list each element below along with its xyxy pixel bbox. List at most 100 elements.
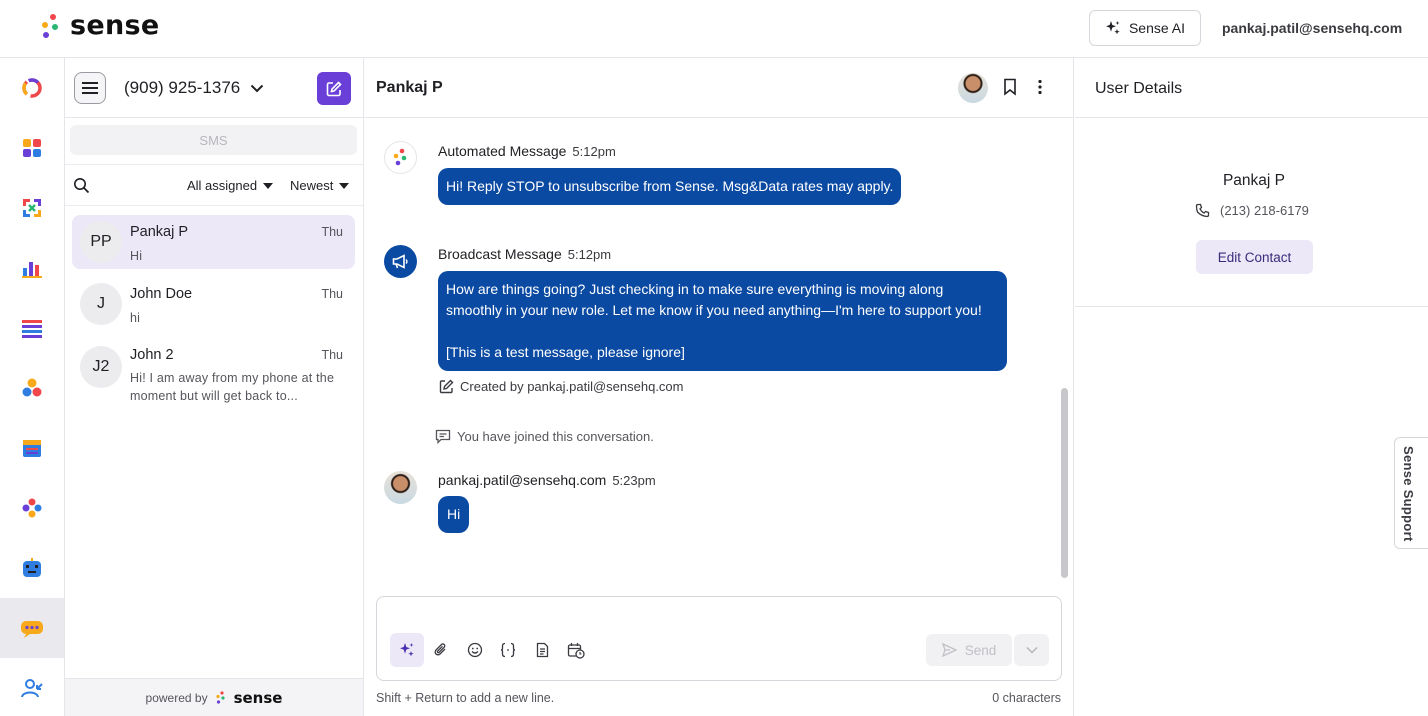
hamburger-icon: [82, 82, 98, 94]
more-vertical-icon[interactable]: [1037, 79, 1043, 95]
attach-button[interactable]: [426, 635, 456, 665]
rail-contacts[interactable]: [0, 658, 64, 716]
sender-name: Automated Message: [438, 143, 567, 159]
contact-card: Pankaj P (213) 218-6179 Edit Contact: [1075, 119, 1428, 307]
compose-icon: [326, 80, 342, 96]
rail-audiences[interactable]: [0, 358, 64, 418]
message-thread[interactable]: Automated Message 5:12pm Hi! Reply STOP t…: [364, 119, 1064, 582]
phone-icon: [1195, 203, 1210, 218]
sense-logo[interactable]: sense: [40, 10, 160, 41]
templates-button[interactable]: [527, 635, 557, 665]
message-text-line: How are things going? Just checking in t…: [446, 281, 944, 297]
menu-button[interactable]: [74, 72, 106, 104]
user-email-menu[interactable]: pankaj.patil@sensehq.com: [1222, 20, 1402, 36]
sense-ai-button[interactable]: Sense AI: [1089, 10, 1201, 46]
bot-icon: [23, 558, 41, 577]
send-label: Send: [964, 642, 997, 658]
powered-by-label: powered by: [145, 690, 208, 705]
megaphone-icon: [392, 254, 408, 269]
channel-tab-sms[interactable]: SMS: [70, 125, 357, 155]
bookmark-icon[interactable]: [1003, 78, 1017, 96]
edit-contact-button[interactable]: Edit Contact: [1196, 240, 1313, 274]
send-button[interactable]: Send: [926, 634, 1012, 666]
thread-scrollbar[interactable]: [1061, 388, 1068, 578]
filter-row: All assigned Newest: [65, 164, 363, 206]
conversation-item[interactable]: J John Doe Thu hi: [72, 277, 355, 331]
avatar: PP: [80, 221, 122, 263]
rail-messaging[interactable]: [0, 598, 64, 658]
chevron-down-icon: [251, 84, 264, 92]
avatar[interactable]: [958, 73, 988, 103]
message-text-line: smoothly in your new role. Let me know i…: [446, 302, 982, 318]
message-sender: pankaj.patil@sensehq.com 5:23pm: [438, 472, 656, 488]
message-composer[interactable]: Send: [376, 596, 1062, 681]
caret-down-icon: [263, 182, 274, 189]
message-time: 5:12pm: [567, 247, 612, 262]
message-text-line: [This is a test message, please ignore]: [446, 344, 685, 360]
sense-ai-label: Sense AI: [1128, 20, 1186, 36]
referrals-icon: [22, 498, 42, 518]
sparkle-icon: [1105, 21, 1120, 35]
new-message-button[interactable]: [317, 72, 351, 105]
conversation-list-panel: (909) 925-1376 SMS All assigned Newest P…: [65, 58, 364, 716]
avatar: J: [80, 283, 122, 325]
message-time: 5:12pm: [572, 144, 616, 159]
analytics-icon: [22, 262, 42, 278]
message-time: 5:23pm: [612, 473, 656, 488]
details-header: User Details: [1075, 58, 1428, 118]
sender-name: Broadcast Message: [438, 246, 562, 262]
sense-support-label: Sense Support: [1401, 446, 1416, 542]
edit-icon: [439, 379, 454, 394]
conversation-name: John Doe: [130, 286, 193, 302]
conversation-list-header: (909) 925-1376: [65, 58, 363, 118]
phone-number-select[interactable]: (909) 925-1376: [124, 78, 264, 98]
sort-dropdown[interactable]: Newest: [290, 178, 350, 193]
send-icon: [941, 643, 957, 657]
message-bubble: Hi: [438, 496, 470, 533]
powered-by-footer: powered by sense: [65, 678, 363, 716]
conversation-day: Thu: [321, 225, 343, 239]
variables-button[interactable]: [493, 635, 523, 665]
powered-by-brand: sense: [233, 688, 283, 707]
conversation-item[interactable]: J2 John 2 Thu Hi! I am away from my phon…: [72, 338, 355, 410]
lists-icon: [22, 320, 42, 338]
rail-workflows[interactable]: [0, 178, 64, 238]
calendar-icon: [23, 440, 41, 457]
character-count: 0 characters: [992, 691, 1061, 705]
conversation-name: John 2: [130, 347, 174, 363]
schedule-button[interactable]: [561, 635, 591, 665]
conversation-preview: Hi: [130, 249, 143, 263]
apps-grid-icon: [23, 139, 41, 157]
rail-apps[interactable]: [0, 118, 64, 178]
message-sender: Broadcast Message 5:12pm: [438, 246, 611, 262]
rail-analytics[interactable]: [0, 238, 64, 298]
logo-text: sense: [70, 10, 160, 41]
search-icon[interactable]: [73, 177, 90, 194]
phone-number-label: (909) 925-1376: [124, 78, 241, 97]
rail-referrals[interactable]: [0, 478, 64, 538]
dashboard-icon: [22, 78, 42, 98]
rail-calendar[interactable]: [0, 418, 64, 478]
assigned-filter-dropdown[interactable]: All assigned: [187, 178, 274, 193]
conversation-item[interactable]: PP Pankaj P Thu Hi: [72, 215, 355, 269]
rail-lists[interactable]: [0, 298, 64, 358]
workflows-icon: [23, 199, 41, 217]
conversation-preview: Hi! I am away from my phone at the momen…: [130, 371, 335, 403]
rail-dashboard[interactable]: [0, 58, 64, 118]
system-message-text: You have joined this conversation.: [457, 429, 654, 444]
message-bubble: How are things going? Just checking in t…: [438, 271, 1007, 371]
ai-assist-button[interactable]: [390, 633, 424, 667]
composer-hint: Shift + Return to add a new line.: [376, 691, 555, 705]
chevron-down-icon: [1025, 646, 1038, 654]
sense-support-tab[interactable]: Sense Support: [1394, 437, 1428, 549]
send-options-button[interactable]: [1014, 634, 1049, 666]
sparkle-icon: [400, 643, 414, 657]
paperclip-icon: [434, 643, 446, 656]
rail-bot[interactable]: [0, 538, 64, 598]
sense-logo-mark: [215, 690, 225, 704]
avatar: [384, 471, 417, 504]
emoji-button[interactable]: [460, 635, 490, 665]
contact-phone-number: (213) 218-6179: [1220, 203, 1309, 218]
assigned-filter-label: All assigned: [187, 178, 258, 193]
contact-phone[interactable]: (213) 218-6179: [1195, 203, 1309, 218]
